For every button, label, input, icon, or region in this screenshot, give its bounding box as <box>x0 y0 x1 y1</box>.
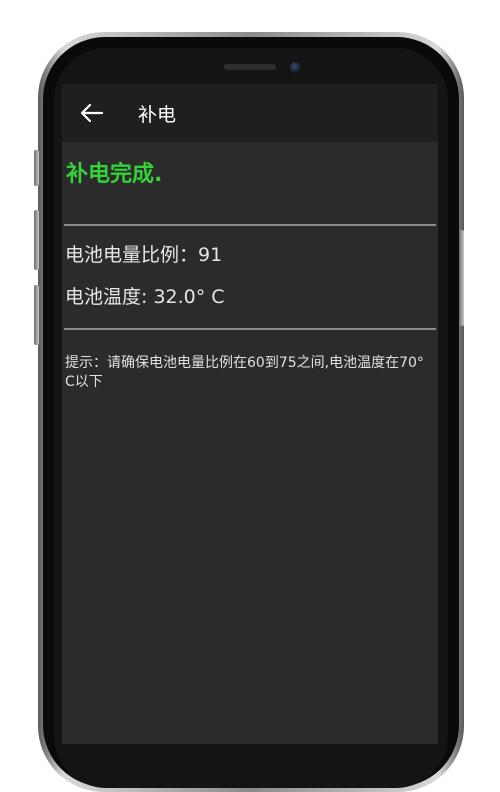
power-button <box>459 230 464 326</box>
divider <box>64 328 436 330</box>
battery-temp-row: 电池温度: 32.0° C <box>65 282 225 309</box>
arrow-left-icon <box>80 103 104 123</box>
front-camera <box>290 62 301 73</box>
battery-level-row: 电池电量比例：91 <box>65 240 222 267</box>
mute-switch <box>34 150 39 186</box>
volume-up-button <box>34 210 39 270</box>
status-message: 补电完成. <box>66 162 163 187</box>
volume-down-button <box>34 285 39 345</box>
app-bar: 补电 <box>62 84 438 142</box>
earpiece-speaker <box>224 64 276 70</box>
back-button[interactable] <box>78 101 106 125</box>
battery-temp-label: 电池温度: <box>65 286 154 308</box>
divider <box>64 224 436 226</box>
app-screen: 补电 补电完成. 电池电量比例：91 电池温度: 32.0° C 提示：请确保电… <box>62 84 438 744</box>
battery-temp-value: 32.0° C <box>153 286 225 308</box>
battery-level-label: 电池电量比例： <box>65 244 199 266</box>
battery-level-value: 91 <box>198 244 223 266</box>
hint-text: 提示：请确保电池电量比例在60到75之间,电池温度在70° C以下 <box>65 355 424 390</box>
page-title: 补电 <box>138 104 177 126</box>
